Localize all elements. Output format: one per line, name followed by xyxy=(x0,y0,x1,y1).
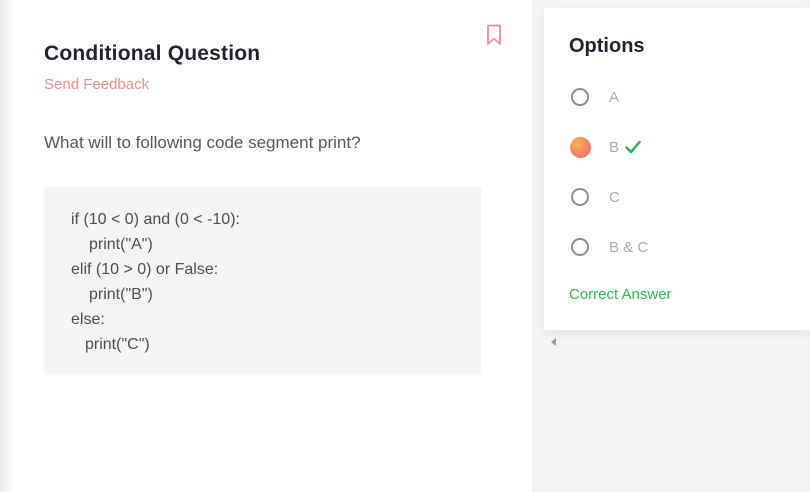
question-panel: Conditional Question Send Feedback What … xyxy=(0,0,532,492)
option-label: B & C xyxy=(609,239,649,256)
correct-answer-text: Correct Answer xyxy=(569,286,672,303)
code-line: print("A") xyxy=(89,236,153,253)
question-prompt: What will to following code segment prin… xyxy=(44,133,361,152)
code-line: elif (10 > 0) or False: xyxy=(71,261,219,278)
code-block: if (10 < 0) and (0 < -10): print("A") el… xyxy=(44,187,481,374)
radio-button[interactable] xyxy=(571,238,589,256)
option-label: A xyxy=(609,89,620,106)
option-b-and-c[interactable]: B & C xyxy=(569,238,789,262)
send-feedback-link[interactable]: Send Feedback xyxy=(44,76,149,93)
option-label: B xyxy=(609,139,620,156)
code-line: else: xyxy=(71,311,105,328)
bookmark-icon[interactable] xyxy=(486,24,502,46)
panel-shadow xyxy=(0,0,14,492)
radio-button-selected[interactable] xyxy=(570,137,591,158)
check-icon xyxy=(625,140,641,154)
code-line: print("C") xyxy=(85,336,150,353)
option-b[interactable]: B xyxy=(569,137,789,162)
code-line: if (10 < 0) and (0 < -10): xyxy=(71,211,240,228)
option-label: C xyxy=(609,189,620,206)
chevron-left-icon[interactable] xyxy=(551,338,556,346)
option-a[interactable]: A xyxy=(569,88,789,112)
options-title: Options xyxy=(569,35,645,57)
radio-button[interactable] xyxy=(571,188,589,206)
option-c[interactable]: C xyxy=(569,188,789,212)
radio-button[interactable] xyxy=(571,88,589,106)
code-line: print("B") xyxy=(89,286,153,303)
question-title: Conditional Question xyxy=(44,42,261,65)
options-card: Options A B C B & C Correct Answer xyxy=(544,8,810,330)
